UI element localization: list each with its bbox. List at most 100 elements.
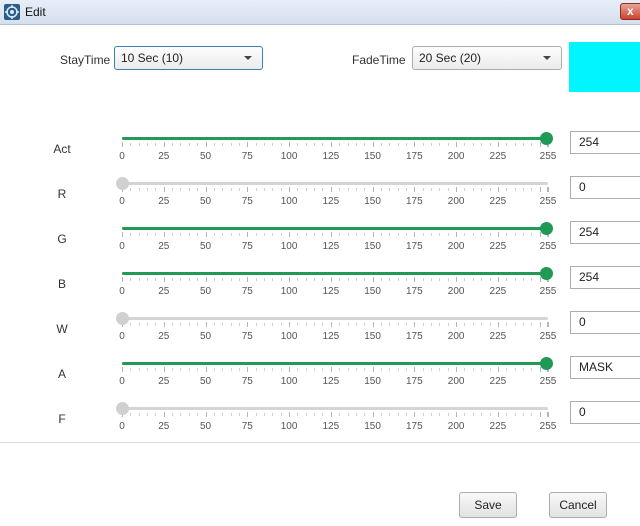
slider-tick: [414, 142, 416, 147]
slider-track[interactable]: [122, 137, 548, 140]
channel-value-input[interactable]: 0: [570, 311, 640, 334]
slider-tick: [464, 323, 466, 326]
slider-tick: [406, 323, 407, 326]
channel-slider[interactable]: 0 25 50 75 100 125 150 175 200 225 255: [108, 353, 558, 393]
slider-tick: [163, 187, 165, 192]
channel-value-input[interactable]: 254: [570, 131, 640, 154]
slider-tick: [347, 143, 349, 146]
slider-tick: [347, 413, 349, 416]
slider-tick: [347, 368, 349, 371]
slider-tick-label: 25: [158, 286, 170, 297]
slider-tick: [472, 323, 474, 326]
channel-slider[interactable]: 0 25 50 75 100 125 150 175 200 225 255: [108, 218, 558, 258]
slider-tick: [472, 188, 474, 191]
slider-tick: [414, 187, 416, 192]
slider-tick: [406, 233, 407, 236]
slider-tick: [456, 187, 458, 192]
slider-tick: [180, 233, 182, 236]
slider-tick: [464, 143, 466, 146]
slider-tick: [497, 367, 499, 372]
fadetime-select[interactable]: 20 Sec (20): [412, 46, 562, 70]
slider-thumb[interactable]: [116, 312, 129, 325]
slider-track[interactable]: [122, 182, 548, 185]
close-button[interactable]: x: [620, 3, 640, 20]
slider-tick: [305, 323, 307, 326]
slider-track[interactable]: [122, 407, 548, 410]
slider-tick: [456, 322, 458, 327]
slider-thumb[interactable]: [540, 267, 554, 280]
slider-tick: [130, 233, 132, 236]
channel-value-input[interactable]: 254: [570, 266, 640, 289]
slider-tick: [280, 188, 282, 191]
slider-tick: [506, 323, 508, 326]
slider-tick: [397, 143, 399, 146]
slider-tick: [481, 143, 483, 146]
slider-tick: [431, 278, 433, 281]
slider-track[interactable]: [122, 227, 548, 230]
slider-tick: [264, 143, 265, 146]
slider-thumb[interactable]: [540, 132, 554, 145]
channel-slider[interactable]: 0 25 50 75 100 125 150 175 200 225 255: [108, 173, 558, 213]
slider-tick-label: 50: [199, 151, 212, 162]
slider-tick: [188, 323, 190, 326]
slider-tick: [122, 277, 123, 282]
slider-track[interactable]: [122, 317, 548, 320]
slider-tick: [355, 368, 357, 371]
slider-tick: [522, 413, 524, 416]
slider-tick-label: 50: [199, 376, 212, 387]
cancel-button[interactable]: Cancel: [549, 492, 607, 518]
slider-track[interactable]: [122, 362, 548, 365]
slider-tick-label: 225: [489, 151, 507, 162]
slider-tick: [539, 277, 541, 282]
slider-tick: [389, 323, 391, 326]
slider-tick: [380, 188, 382, 191]
slider-track[interactable]: [122, 272, 548, 275]
slider-thumb[interactable]: [116, 402, 129, 415]
slider-tick: [339, 413, 341, 416]
slider-tick: [180, 368, 182, 371]
channel-value-input[interactable]: 0: [570, 401, 640, 424]
slider-tick: [297, 413, 299, 416]
slider-tick: [289, 142, 291, 147]
slider-tick: [138, 188, 140, 191]
channel-slider[interactable]: 0 25 50 75 100 125 150 175 200 225 255: [108, 128, 558, 168]
slider-tick: [372, 277, 374, 282]
channel-slider[interactable]: 0 25 50 75 100 125 150 175 200 225 255: [108, 398, 558, 438]
channel-value-input[interactable]: 0: [570, 176, 640, 199]
slider-tick-label: 75: [241, 421, 253, 432]
slider-tick-label: 125: [322, 151, 340, 162]
slider-thumb[interactable]: [116, 177, 129, 190]
color-preview: [569, 42, 640, 92]
staytime-select[interactable]: 10 Sec (10): [114, 46, 263, 70]
slider-tick: [514, 188, 516, 191]
save-button[interactable]: Save: [459, 492, 517, 518]
slider-tick: [506, 278, 508, 281]
channel-slider[interactable]: 0 25 50 75 100 125 150 175 200 225 255: [108, 263, 558, 303]
channel-label: B: [57, 277, 66, 291]
slider-tick-label: 0: [119, 331, 125, 342]
slider-tick-label: 75: [241, 241, 253, 252]
slider-tick: [456, 412, 458, 417]
slider-tick: [264, 278, 265, 281]
slider-thumb[interactable]: [540, 357, 554, 370]
slider-tick: [531, 413, 533, 416]
slider-tick: [264, 188, 265, 191]
slider-tick: [397, 233, 399, 236]
slider-tick: [289, 232, 291, 237]
slider-tick: [439, 368, 441, 371]
channel-value-input[interactable]: 254: [570, 221, 640, 244]
slider-tick: [547, 412, 548, 417]
slider-tick: [431, 143, 433, 146]
channel-value-input[interactable]: MASK: [570, 356, 640, 379]
slider-tick: [489, 278, 491, 281]
slider-tick: [247, 322, 249, 327]
slider-tick-label: 255: [539, 421, 557, 432]
slider-tick: [406, 413, 407, 416]
slider-tick: [431, 233, 433, 236]
slider-tick: [205, 142, 207, 147]
channel-slider[interactable]: 0 25 50 75 100 125 150 175 200 225 255: [108, 308, 558, 348]
slider-tick: [297, 368, 299, 371]
slider-thumb[interactable]: [540, 222, 554, 235]
slider-tick: [422, 278, 424, 281]
slider-tick-label: 75: [241, 196, 253, 207]
